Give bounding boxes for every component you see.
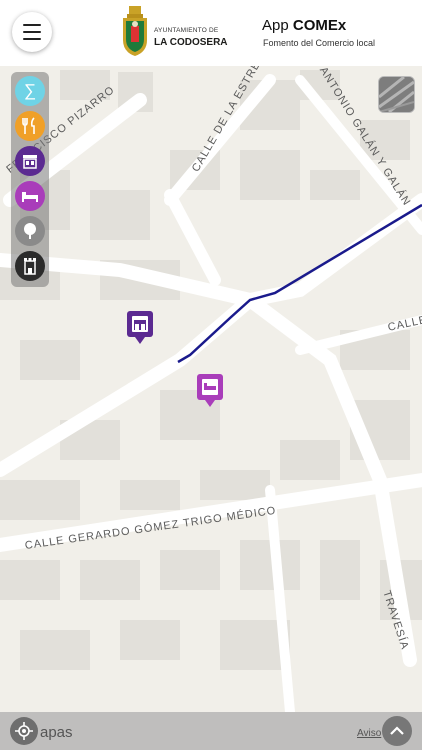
satellite-layer-button[interactable] — [378, 76, 415, 113]
tower-icon[interactable] — [15, 251, 45, 281]
app-header: AYUNTAMIENTO DE LA CODOSERA App COMEx Fo… — [0, 0, 422, 66]
tree-icon[interactable] — [15, 216, 45, 246]
maps-attribution-label: apas — [40, 724, 73, 741]
app-title: App COMEx — [262, 17, 346, 34]
scroll-up-button[interactable] — [382, 716, 412, 746]
shop-icon[interactable] — [15, 146, 45, 176]
hamburger-icon — [23, 24, 41, 26]
map-view[interactable] — [0, 66, 422, 712]
app-title-bold: COMEx — [292, 17, 347, 34]
chevron-up-icon — [390, 726, 404, 735]
app-title-prefix: App — [262, 17, 289, 34]
hamburger-icon-bar — [23, 38, 41, 40]
locate-me-button[interactable] — [10, 717, 38, 745]
org-name-line1: AYUNTAMIENTO DE — [154, 27, 219, 34]
satellite-thumbnail-icon — [379, 77, 414, 112]
coat-of-arms-logo — [123, 6, 147, 56]
app-subtitle: Fomento del Comercio local — [263, 38, 376, 48]
org-name-line2: LA CODOSERA — [154, 37, 228, 48]
sigma-icon[interactable]: ∑ — [15, 76, 45, 106]
legal-notice-link[interactable]: Aviso — [357, 728, 381, 739]
hamburger-icon-bar — [23, 31, 41, 33]
category-filter-panel: ∑ — [11, 72, 49, 287]
location-target-icon — [15, 722, 33, 740]
menu-button[interactable] — [12, 12, 52, 52]
bed-icon[interactable] — [15, 181, 45, 211]
fork-knife-icon[interactable] — [15, 111, 45, 141]
